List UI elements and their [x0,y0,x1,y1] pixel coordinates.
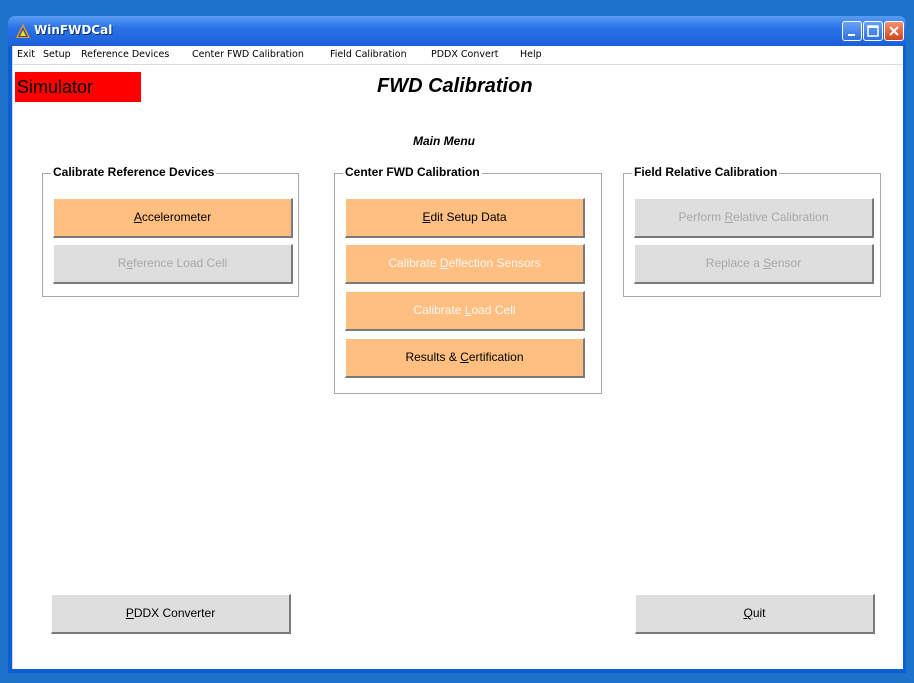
app-window: WinFWDCal Exit Setup Reference Devices C… [8,16,906,673]
deflection-label-pre: Calibrate [388,256,440,270]
page-subtitle: Main Menu [413,134,475,148]
quit-button[interactable]: Quit [635,594,875,634]
replace-label-post: ensor [771,256,802,270]
close-button[interactable] [884,21,904,41]
title-bar[interactable]: WinFWDCal [8,16,906,46]
menu-exit[interactable]: Exit [17,49,35,60]
calibrate-load-cell-button[interactable]: Calibrate Load Cell [345,291,585,331]
load-cell-label-pre: Calibrate [413,303,465,317]
app-logo-icon [16,24,30,38]
reference-devices-group: Calibrate Reference Devices Acceleromete… [42,165,299,297]
replace-label-mnemonic: S [763,256,772,270]
close-icon [889,26,899,36]
field-relative-group: Field Relative Calibration Perform Relat… [623,165,881,297]
reference-devices-group-label: Calibrate Reference Devices [51,165,217,179]
load-cell-label-post: oad Cell [471,303,516,317]
menu-bar: Exit Setup Reference Devices Center FWD … [13,46,903,65]
maximize-icon [867,25,879,37]
pddx-label-mnemonic: P [125,606,134,620]
pddx-label-post: DDX Converter [133,606,216,620]
center-fwd-group: Center FWD Calibration Edit Setup Data C… [334,165,602,394]
simulator-badge: Simulator [15,72,141,102]
minimize-icon [848,34,855,36]
menu-pddx-convert[interactable]: PDDX Convert [431,49,498,60]
accelerometer-label-post: ccelerometer [141,210,212,224]
pddx-converter-button[interactable]: PDDX Converter [51,594,291,634]
client-area: Exit Setup Reference Devices Center FWD … [12,46,903,669]
window-title: WinFWDCal [34,23,113,37]
accelerometer-button[interactable]: Accelerometer [53,198,293,238]
accelerometer-label-mnemonic: A [133,210,142,224]
edit-setup-data-button[interactable]: Edit Setup Data [345,198,585,238]
center-fwd-group-label: Center FWD Calibration [343,165,482,179]
relative-label-pre: Perform [678,210,725,224]
quit-label-mnemonic: Q [743,606,753,620]
page-title: FWD Calibration [377,75,533,97]
perform-relative-calibration-button[interactable]: Perform Relative Calibration [634,198,874,238]
minimize-button[interactable] [842,21,862,41]
field-relative-group-label: Field Relative Calibration [632,165,780,179]
load-cell-label-mnemonic: L [464,303,472,317]
menu-help[interactable]: Help [520,49,542,60]
relative-label-mnemonic: R [724,210,734,224]
results-certification-button[interactable]: Results & Certification [345,338,585,378]
results-label-pre: Results & [405,350,461,364]
maximize-button[interactable] [863,21,883,41]
replace-sensor-button[interactable]: Replace a Sensor [634,244,874,284]
edit-setup-label-post: dit Setup Data [430,210,507,224]
replace-label-pre: Replace a [705,256,764,270]
menu-setup[interactable]: Setup [43,49,71,60]
deflection-label-post: eflection Sensors [448,256,541,270]
quit-label-post: uit [752,606,766,620]
results-label-post: ertification [468,350,524,364]
menu-center-fwd-calibration[interactable]: Center FWD Calibration [192,49,304,60]
reference-load-cell-label-post: ference Load Cell [133,256,228,270]
menu-reference-devices[interactable]: Reference Devices [81,49,169,60]
reference-load-cell-button[interactable]: Reference Load Cell [53,244,293,284]
results-label-mnemonic: C [460,350,469,364]
relative-label-post: elative Calibration [733,210,829,224]
calibrate-deflection-sensors-button[interactable]: Calibrate Deflection Sensors [345,244,585,284]
menu-field-calibration[interactable]: Field Calibration [330,49,407,60]
